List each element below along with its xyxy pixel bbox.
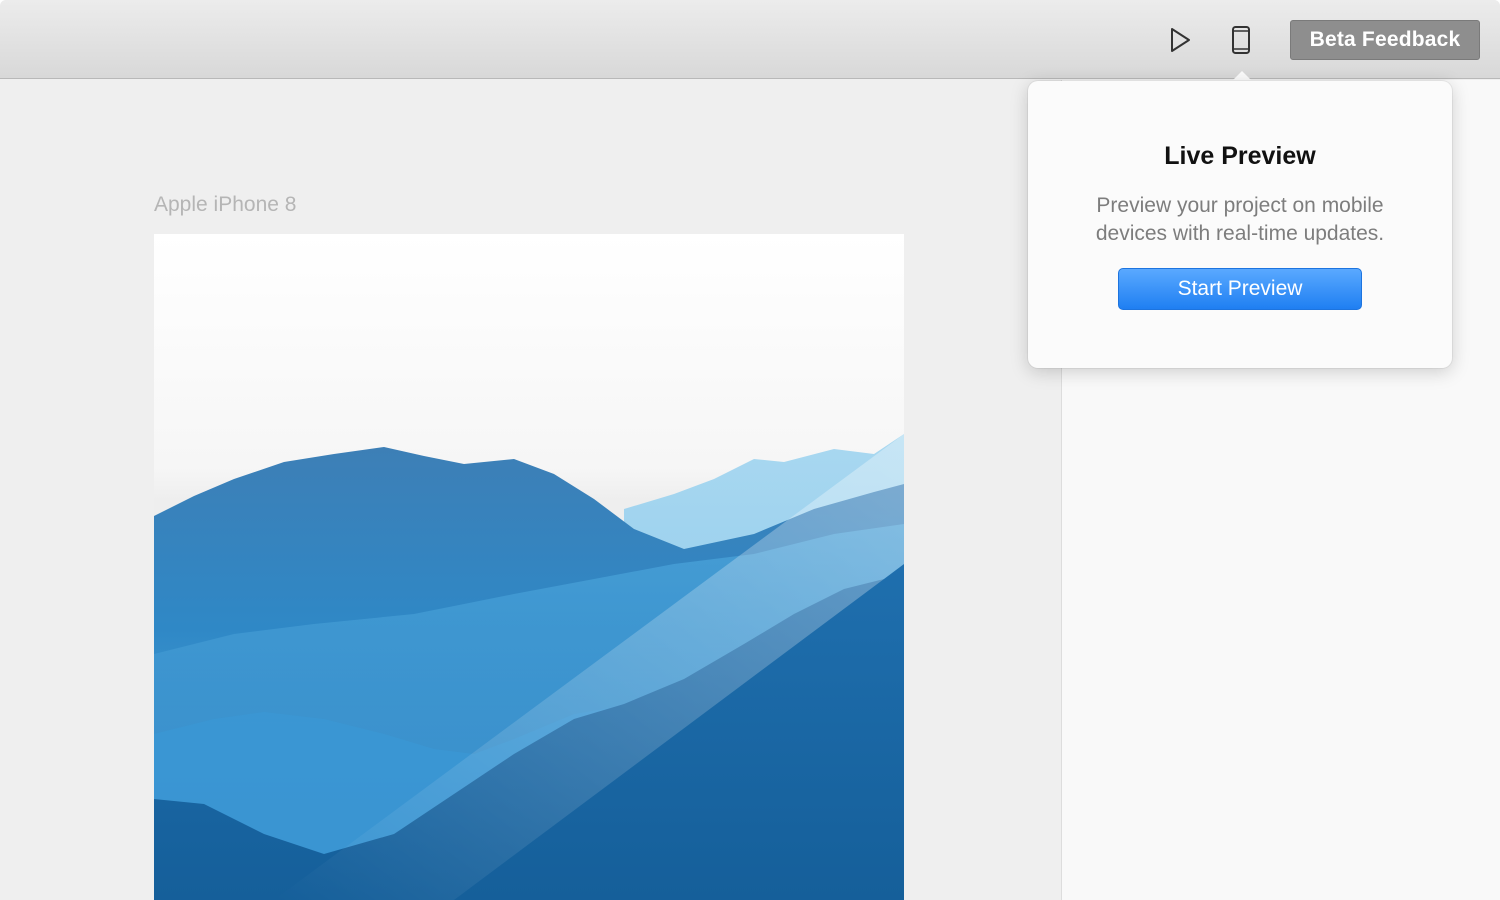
popover-title: Live Preview	[1164, 142, 1316, 170]
app-window: Beta Feedback Apple iPhone 8 Live Previe…	[0, 0, 1500, 900]
mobile-device-icon[interactable]	[1225, 24, 1257, 56]
popover-description: Preview your project on mobile devices w…	[1095, 194, 1385, 245]
beta-feedback-button[interactable]: Beta Feedback	[1290, 20, 1480, 60]
start-preview-button[interactable]: Start Preview	[1118, 268, 1362, 310]
play-icon[interactable]	[1164, 24, 1196, 56]
artboard[interactable]	[154, 234, 904, 900]
artboard-label: Apple iPhone 8	[154, 193, 297, 216]
toolbar: Beta Feedback	[0, 0, 1500, 79]
mountain-landscape-image	[154, 234, 904, 900]
live-preview-popover: Live Preview Preview your project on mob…	[1028, 81, 1452, 368]
